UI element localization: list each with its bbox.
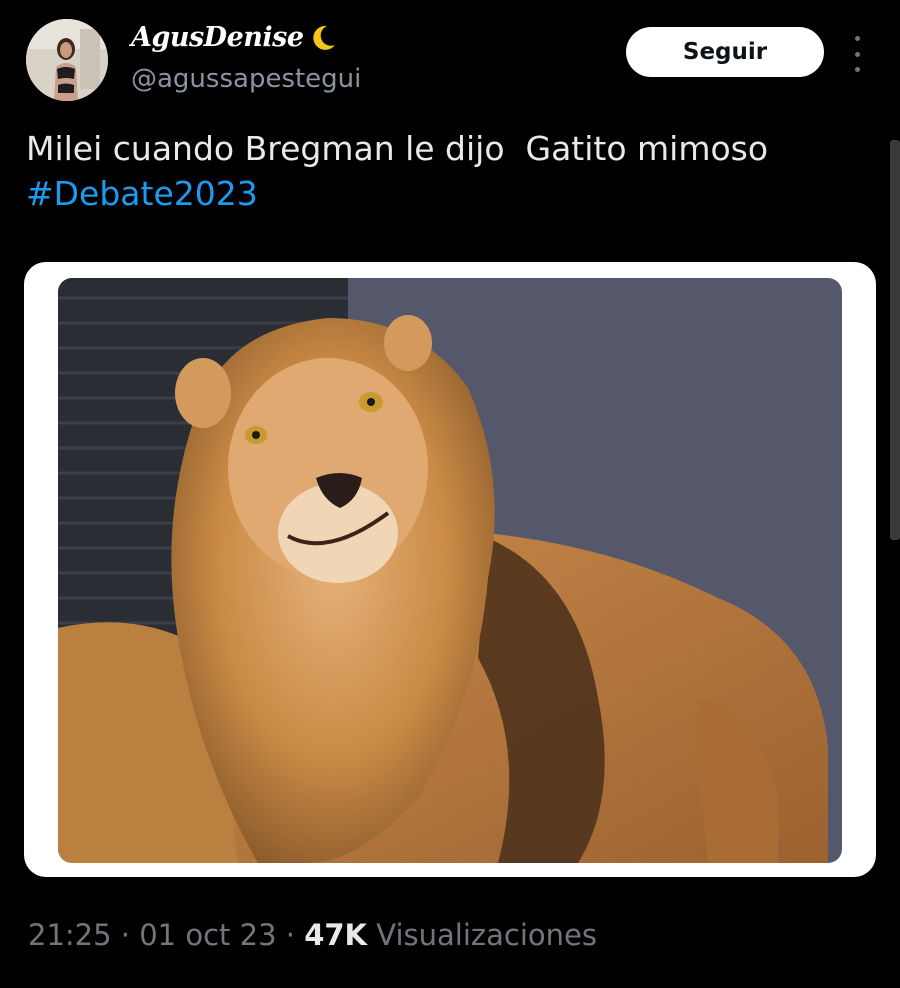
display-name[interactable]: AgusDenise — [131, 22, 338, 53]
separator: · — [120, 918, 131, 952]
tweet-time[interactable]: 21:25 — [28, 918, 112, 952]
lion-photo[interactable] — [58, 278, 842, 863]
more-options-icon[interactable] — [846, 36, 868, 72]
views-label: Visualizaciones — [376, 918, 597, 952]
tweet-text-line: Milei cuando Bregman le dijo Gatito mimo… — [26, 129, 769, 168]
avatar-photo — [26, 19, 108, 101]
tweet-metadata: 21:25 · 01 oct 23 · 47K Visualizaciones — [28, 918, 597, 952]
follow-button[interactable]: Seguir — [626, 27, 824, 77]
display-name-text: AgusDenise — [131, 22, 304, 53]
crescent-moon-icon — [312, 25, 335, 50]
scrollbar[interactable] — [890, 140, 900, 540]
media-card[interactable] — [24, 262, 876, 877]
tweet-date[interactable]: 01 oct 23 — [139, 918, 276, 952]
avatar[interactable] — [26, 19, 108, 101]
hashtag-link[interactable]: #Debate2023 — [26, 171, 876, 216]
user-handle[interactable]: @agussapestegui — [131, 64, 361, 94]
views-count: 47K — [304, 918, 368, 952]
tweet-text: Milei cuando Bregman le dijo Gatito mimo… — [26, 126, 876, 216]
separator: · — [285, 918, 295, 952]
